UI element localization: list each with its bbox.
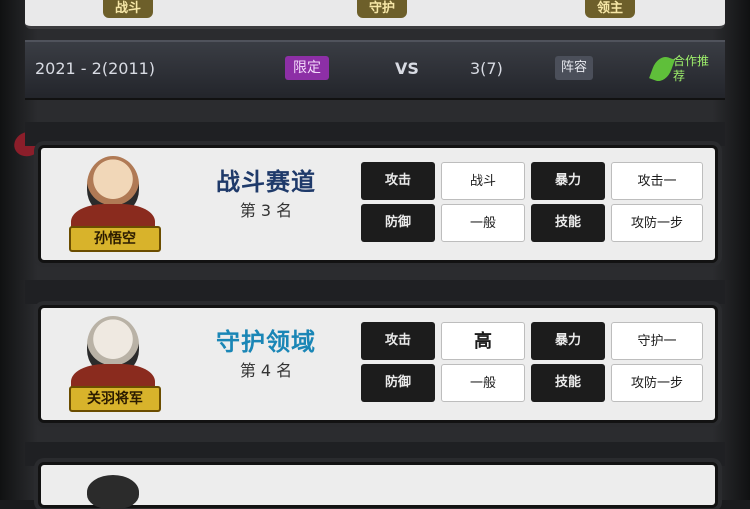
stats-grid: 攻击 高 暴力 守护一 防御 一般 技能 攻防一步 — [361, 322, 703, 402]
stat-value: 守护一 — [611, 322, 703, 360]
tag-pill[interactable]: 限定 — [285, 56, 329, 80]
stat-key: 攻击 — [361, 322, 435, 360]
card-gap — [25, 280, 725, 304]
avatar-head — [87, 475, 139, 509]
mini-tag[interactable]: 阵容 — [555, 56, 594, 80]
stat-key: 防御 — [361, 204, 435, 242]
role-block: 守护领域 第 4 名 — [181, 326, 351, 384]
stat-key: 攻击 — [361, 162, 435, 200]
top-badge[interactable]: 守护 — [357, 0, 408, 18]
stat-key: 技能 — [531, 364, 605, 402]
info-bar: 2021 - 2(2011) 限定 VS 3(7) 阵容 合作推荐 — [25, 40, 725, 100]
character-avatar — [63, 473, 163, 509]
character-name: 孙悟空 — [69, 226, 161, 252]
top-badge[interactable]: 战斗 — [103, 0, 154, 18]
count-text: 3(7) — [470, 59, 503, 78]
role-level: 第 3 名 — [239, 201, 293, 220]
leaf-icon — [649, 53, 675, 85]
top-badge[interactable]: 领主 — [585, 0, 636, 18]
character-card[interactable]: 关羽将军 守护领域 第 4 名 攻击 高 暴力 守护一 防御 一般 技能 攻防一… — [38, 305, 718, 423]
stat-value: 攻击一 — [611, 162, 703, 200]
stat-value: 攻防一步 — [611, 204, 703, 242]
character-card[interactable]: 孙悟空 战斗赛道 第 3 名 攻击 战斗 暴力 攻击一 防御 一般 技能 攻防一… — [38, 145, 718, 263]
stat-value: 高 — [441, 322, 525, 360]
stat-key: 技能 — [531, 204, 605, 242]
card-gap — [25, 122, 725, 146]
time-text: 2021 - 2(2011) — [35, 59, 156, 78]
role-block: 战斗赛道 第 3 名 — [181, 166, 351, 224]
top-strip: 战斗 守护 领主 — [25, 0, 725, 29]
character-card[interactable] — [38, 462, 718, 509]
stat-value: 攻防一步 — [611, 364, 703, 402]
green-badge[interactable]: 合作推荐 — [649, 53, 715, 85]
character-avatar: 关羽将军 — [63, 316, 163, 412]
stat-value: 战斗 — [441, 162, 525, 200]
role-level: 第 4 名 — [239, 361, 293, 380]
character-avatar: 孙悟空 — [63, 156, 163, 252]
role-name: 守护领域 — [216, 328, 316, 356]
stats-grid: 攻击 战斗 暴力 攻击一 防御 一般 技能 攻防一步 — [361, 162, 703, 242]
stat-value: 一般 — [441, 364, 525, 402]
green-text: 合作推荐 — [673, 54, 710, 83]
stat-key: 暴力 — [531, 162, 605, 200]
stat-key: 暴力 — [531, 322, 605, 360]
vs-text: VS — [395, 59, 419, 78]
role-name: 战斗赛道 — [216, 168, 316, 196]
character-name: 关羽将军 — [69, 386, 161, 412]
stat-key: 防御 — [361, 364, 435, 402]
stat-value: 一般 — [441, 204, 525, 242]
